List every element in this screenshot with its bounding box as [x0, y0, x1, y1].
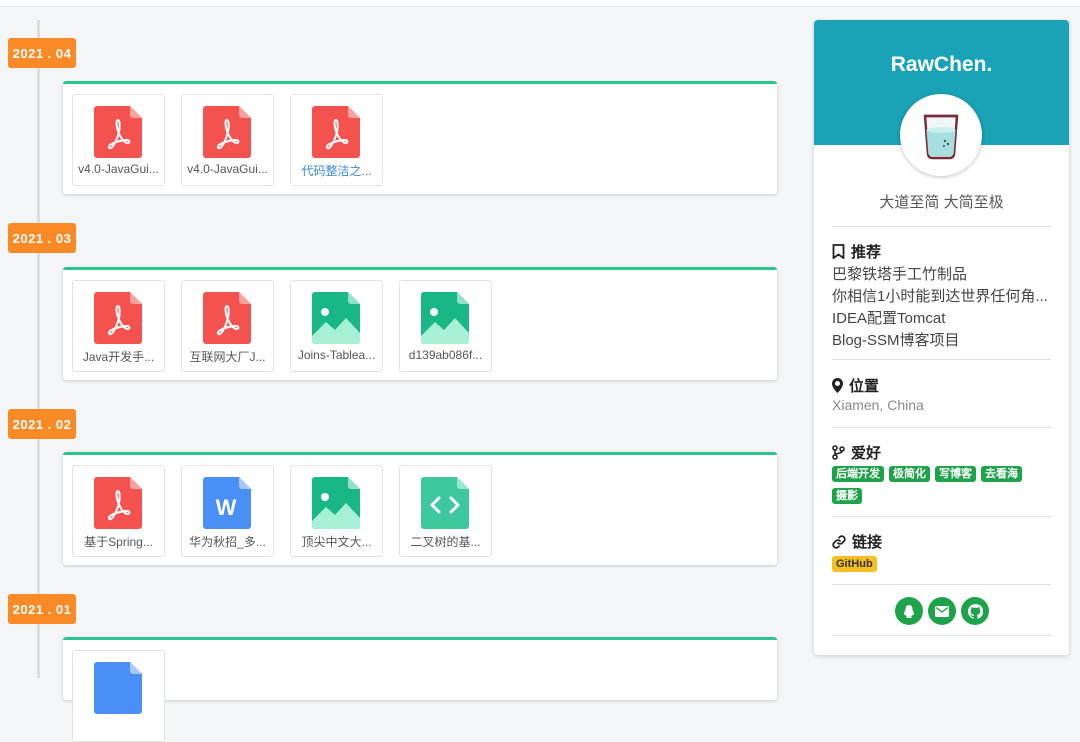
recommend-link[interactable]: IDEA配置Tomcat: [832, 307, 1051, 328]
hobby-tag[interactable]: 极简化: [889, 466, 930, 482]
recommend-link[interactable]: Blog-SSM博客项目: [832, 329, 1051, 350]
pdf-file-icon: [203, 292, 251, 344]
hobby-title-text: 爱好: [851, 445, 882, 462]
code-file-icon: [421, 477, 469, 529]
location-title-text: 位置: [849, 378, 880, 395]
bookmark-icon: [832, 244, 845, 259]
hobby-title: 爱好: [832, 442, 881, 463]
file-card: v4.0-JavaGui... v4.0-JavaGui... 代码整洁之...: [63, 81, 777, 194]
top-bar: [0, 0, 1080, 7]
qq-button[interactable]: [895, 597, 923, 625]
image-file-icon: [312, 292, 360, 344]
divider: [832, 226, 1051, 227]
pdf-file-icon: [94, 292, 142, 344]
hobby-tag[interactable]: 去看海: [981, 466, 1022, 482]
location-text: Xiamen, China: [832, 397, 924, 413]
file-name: 二叉树的基...: [410, 535, 481, 549]
recommend-title-text: 推荐: [851, 244, 882, 261]
recommend-link[interactable]: 你相信1小时能到达世界任何角...: [832, 285, 1051, 306]
image-file-icon: [312, 477, 360, 529]
word-file-icon: W: [203, 477, 251, 529]
file-tile[interactable]: v4.0-JavaGui...: [181, 94, 274, 186]
image-file-icon: [421, 292, 469, 344]
file-name: 华为秋招_多...: [189, 535, 266, 549]
file-name: 顶尖中文大...: [301, 535, 372, 549]
svg-text:W: W: [216, 495, 237, 520]
pdf-file-icon: [94, 106, 142, 158]
file-name: d139ab086f...: [408, 348, 483, 362]
email-button[interactable]: [928, 597, 956, 625]
word-file-icon: [94, 662, 142, 714]
glass-avatar-icon: [923, 114, 959, 160]
divider: [832, 516, 1051, 517]
file-tile[interactable]: 代码整洁之...: [290, 94, 383, 186]
file-tile[interactable]: 二叉树的基...: [399, 465, 492, 557]
divider: [832, 584, 1051, 585]
qq-icon: [904, 604, 914, 618]
github-link-tag[interactable]: GitHub: [832, 556, 877, 572]
file-tile[interactable]: 互联网大厂J...: [181, 280, 274, 372]
code-branch-icon: [832, 445, 845, 460]
hobby-tag[interactable]: 后端开发: [832, 466, 884, 482]
pdf-file-icon: [312, 106, 360, 158]
divider: [832, 427, 1051, 428]
github-icon: [967, 603, 983, 619]
date-badge: 2021 . 03: [8, 223, 76, 253]
links-title-text: 链接: [852, 534, 883, 551]
file-name: Joins-Tablea...: [297, 348, 376, 362]
profile-name: RawChen.: [890, 53, 993, 76]
divider: [832, 359, 1051, 360]
file-name: v4.0-JavaGui...: [187, 162, 268, 176]
file-name: 基于Spring...: [84, 535, 153, 549]
recommend-title: 推荐: [832, 241, 881, 262]
github-button[interactable]: [961, 597, 989, 625]
file-name: v4.0-JavaGui...: [78, 162, 159, 176]
file-tile[interactable]: 顶尖中文大...: [290, 465, 383, 557]
pdf-file-icon: [94, 477, 142, 529]
map-marker-icon: [832, 378, 843, 393]
file-card: Java开发手... 互联网大厂J... Joins-Tablea... d13…: [63, 267, 777, 380]
date-badge: 2021 . 01: [8, 594, 76, 624]
file-tile[interactable]: [72, 650, 165, 742]
file-tile[interactable]: W 华为秋招_多...: [181, 465, 274, 557]
file-tile[interactable]: Java开发手...: [72, 280, 165, 372]
file-name: 互联网大厂J...: [189, 350, 266, 364]
file-tile[interactable]: Joins-Tablea...: [290, 280, 383, 372]
profile-motto: 大道至简 大简至极: [879, 194, 1004, 211]
pdf-file-icon: [203, 106, 251, 158]
date-badge: 2021 . 02: [8, 409, 76, 439]
file-tile[interactable]: v4.0-JavaGui...: [72, 94, 165, 186]
divider: [832, 635, 1051, 636]
timeline-line: [37, 20, 40, 678]
location-title: 位置: [832, 375, 879, 396]
file-tile[interactable]: d139ab086f...: [399, 280, 492, 372]
recommend-link[interactable]: 巴黎铁塔手工竹制品: [832, 263, 1051, 284]
date-badge: 2021 . 04: [8, 38, 76, 68]
avatar[interactable]: [900, 94, 982, 176]
file-name: Java开发手...: [82, 350, 155, 364]
links-title: 链接: [832, 531, 882, 552]
envelope-icon: [935, 605, 949, 617]
file-tile[interactable]: 基于Spring...: [72, 465, 165, 557]
file-name-link[interactable]: 代码整洁之...: [294, 162, 379, 179]
hobby-tag[interactable]: 摄影: [832, 488, 862, 504]
hobby-tag[interactable]: 写博客: [935, 466, 976, 482]
profile-sidebar: RawChen. 大道至简 大简至极 推荐 巴黎铁塔手工竹制品 你相信1小时能到…: [814, 20, 1069, 655]
file-card: [63, 637, 777, 742]
link-icon: [832, 534, 846, 549]
file-card: 基于Spring... W 华为秋招_多... 顶尖中文大... 二叉树的基..…: [63, 452, 777, 565]
